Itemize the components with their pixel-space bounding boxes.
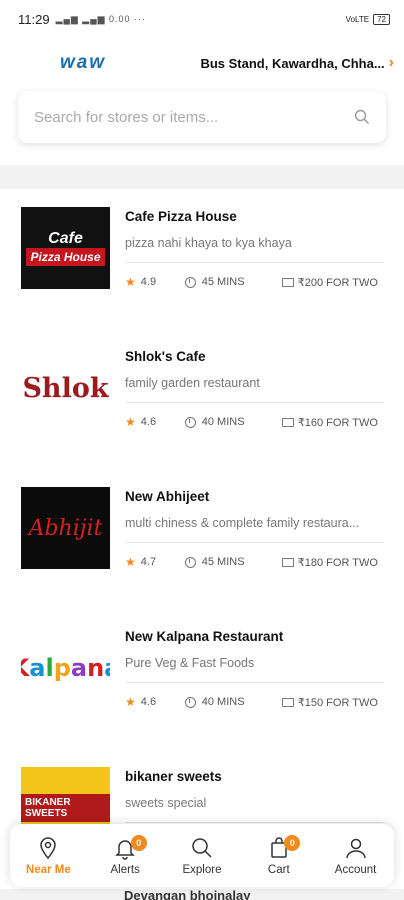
store-time: 45 MINS: [201, 556, 245, 568]
store-meta: ★ 4.6 40 MINS ₹160 FOR TWO: [125, 415, 384, 429]
nav-alerts[interactable]: 0 Alerts: [87, 824, 164, 887]
store-card[interactable]: Kalpana New Kalpana Restaurant Pure Veg …: [0, 609, 404, 749]
store-rating: 4.6: [140, 416, 157, 428]
wallet-icon: [281, 697, 294, 707]
network-label: VoLTE: [345, 14, 370, 24]
store-meta: ★ 4.7 45 MINS ₹180 FOR TWO: [125, 555, 384, 569]
clock-icon: [184, 276, 196, 288]
nav-label: Cart: [267, 863, 290, 876]
wallet-icon: [281, 557, 294, 567]
store-logo: Shlok: [21, 347, 110, 429]
status-time: 11:29: [18, 11, 50, 27]
signal-icon: ▂▄▆ ▂▄▆ 0.00 ···: [55, 13, 147, 24]
clock-icon: [184, 416, 196, 428]
store-list: Cafe Pizza House Cafe Pizza House pizza …: [0, 189, 404, 889]
app-logo: waw: [59, 52, 107, 73]
store-name-peek: Devangan bhojnalay: [124, 888, 251, 900]
search-icon: [192, 837, 212, 858]
status-right: VoLTE 72: [345, 13, 390, 25]
wallet-icon: [281, 277, 294, 287]
user-icon: [345, 838, 366, 858]
search-input[interactable]: [34, 108, 354, 126]
store-time: 45 MINS: [201, 276, 245, 288]
store-logo: Cafe Pizza House: [21, 207, 110, 289]
star-icon: ★: [125, 695, 136, 709]
store-card[interactable]: Abhijit New Abhijeet multi chiness & com…: [0, 469, 404, 609]
cart-badge: 0: [284, 835, 301, 851]
store-cost: ₹160 FOR TWO: [297, 416, 378, 429]
star-icon: ★: [125, 275, 136, 289]
store-logo: Abhijit: [21, 487, 110, 569]
nav-label: Explore: [182, 863, 222, 876]
nav-label: Near Me: [26, 863, 71, 876]
store-rating: 4.6: [140, 696, 157, 708]
store-description: multi chiness & complete family restaura…: [125, 516, 384, 543]
nav-account[interactable]: Account: [317, 824, 394, 887]
clock-icon: [184, 556, 196, 568]
store-time: 40 MINS: [201, 416, 245, 428]
star-icon: ★: [125, 555, 136, 569]
location-pin-icon: [40, 836, 57, 859]
store-rating: 4.7: [140, 556, 157, 568]
store-name: bikaner sweets: [125, 769, 222, 784]
app-header: waw Bus Stand, Kawardha, Chha... ›: [0, 38, 404, 88]
nav-label: Alerts: [110, 863, 140, 876]
store-cost: ₹150 FOR TWO: [297, 696, 378, 709]
store-name: Cafe Pizza House: [125, 209, 237, 224]
chevron-right-icon: ›: [388, 54, 394, 71]
store-card[interactable]: Shlok Shlok's Cafe family garden restaur…: [0, 329, 404, 469]
nav-label: Account: [334, 863, 377, 876]
store-name: New Kalpana Restaurant: [125, 629, 284, 644]
store-meta: ★ 4.6 40 MINS ₹150 FOR TWO: [125, 695, 384, 709]
store-time: 40 MINS: [201, 696, 245, 708]
alerts-badge: 0: [130, 835, 147, 851]
search-bar[interactable]: [18, 91, 386, 143]
location-text: Bus Stand, Kawardha, Chha...: [200, 55, 385, 71]
bottom-nav: Near Me 0 Alerts Explore 0 Cart Account: [10, 824, 394, 887]
star-icon: ★: [125, 415, 136, 429]
clock-icon: [184, 696, 196, 708]
status-bar: 11:29 ▂▄▆ ▂▄▆ 0.00 ··· VoLTE 72: [0, 0, 404, 38]
nav-explore[interactable]: Explore: [164, 824, 241, 887]
store-logo: Kalpana: [21, 627, 110, 709]
nav-near-me[interactable]: Near Me: [10, 824, 87, 887]
store-cost: ₹200 FOR TWO: [297, 276, 378, 289]
store-description: sweets special: [125, 796, 384, 823]
location-selector[interactable]: Bus Stand, Kawardha, Chha... ›: [200, 54, 394, 72]
nav-cart[interactable]: 0 Cart: [240, 824, 317, 887]
store-cost: ₹180 FOR TWO: [297, 556, 378, 569]
store-meta: ★ 4.9 45 MINS ₹200 FOR TWO: [125, 275, 384, 289]
search-icon[interactable]: [354, 109, 370, 125]
battery-icon: 72: [373, 13, 390, 25]
store-description: pizza nahi khaya to kya khaya: [125, 236, 384, 263]
store-card[interactable]: Cafe Pizza House Cafe Pizza House pizza …: [0, 189, 404, 329]
store-description: family garden restaurant: [125, 376, 384, 403]
store-description: Pure Veg & Fast Foods: [125, 656, 384, 683]
wallet-icon: [281, 417, 294, 427]
store-name: Shlok's Cafe: [125, 349, 206, 364]
store-rating: 4.9: [140, 276, 157, 288]
store-name: New Abhijeet: [125, 489, 210, 504]
